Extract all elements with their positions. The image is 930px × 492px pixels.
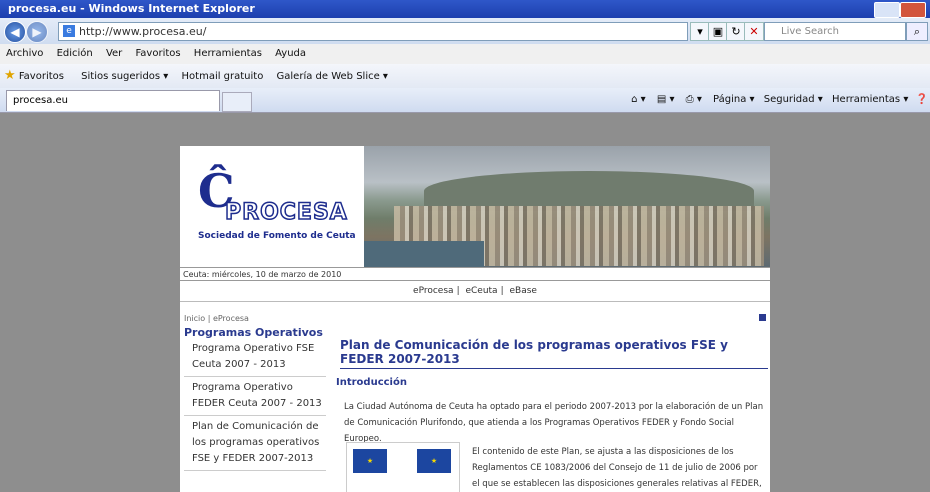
menu-bar: Archivo Edición Ver Favoritos Herramient… [0,44,930,64]
content-paragraph: El contenido de este Plan, se ajusta a l… [472,447,762,489]
close-button[interactable] [900,2,926,18]
home-icon[interactable]: ⌂ ▾ [631,94,646,105]
sidebar-item-feder[interactable]: Programa Operativo FEDER Ceuta 2007 - 20… [184,380,326,416]
nav-ebase[interactable]: eBase [509,286,536,296]
sidebar-item-plan[interactable]: Plan de Comunicación de los programas op… [184,419,326,471]
web-page: Ĉ PROCESA Sociedad de Fomento de Ceuta C… [180,146,770,492]
intro-paragraph: La Ciudad Autónoma de Ceuta ha optado pa… [344,402,764,444]
fav-sitios[interactable]: Sitios sugeridos ▾ [81,71,168,82]
menu-herramientas[interactable]: Herramientas [194,48,262,59]
bullet-icon [759,314,766,321]
search-placeholder: Live Search [781,26,839,37]
dropdown-icon[interactable]: ▾ [690,22,710,41]
window-title: procesa.eu - Windows Internet Explorer [8,2,255,15]
security-menu[interactable]: Seguridad ▾ [764,94,823,105]
help-icon[interactable]: ❓ [916,94,928,105]
photo-sea [364,241,484,267]
minimize-button[interactable] [874,2,900,18]
ceuta-photo [364,146,770,267]
procesa-logo[interactable]: Ĉ PROCESA Sociedad de Fomento de Ceuta [180,146,364,267]
sidebar-section-title[interactable]: Programas Operativos [184,326,326,339]
tab-bar: procesa.eu ⌂ ▾ ▤ ▾ ⎙ ▾ Página ▾ Segurida… [0,88,930,113]
feeds-icon[interactable]: ▤ ▾ [657,94,675,105]
favorites-star-icon: ★ [4,68,16,83]
favorites-button[interactable]: Favoritos [19,71,64,82]
search-input[interactable]: Live Search [764,22,906,41]
logo-name: PROCESA [224,199,348,226]
stop-icon[interactable]: ✕ [744,22,764,41]
nav-eceuta[interactable]: eCeuta [465,286,497,296]
command-bar: ⌂ ▾ ▤ ▾ ⎙ ▾ Página ▾ Seguridad ▾ Herrami… [631,88,928,112]
url-text: http://www.procesa.eu/ [79,25,207,38]
site-nav: eProcesa | eCeuta | eBase [180,281,770,302]
forward-button[interactable]: ▶ [26,21,48,43]
refresh-icon[interactable]: ↻ [726,22,746,41]
eu-funds-image: ★ ★ [346,442,460,492]
favorites-bar: ★ Favoritos Sitios sugeridos ▾ Hotmail g… [0,64,930,89]
menu-ayuda[interactable]: Ayuda [275,48,306,59]
print-icon[interactable]: ⎙ ▾ [686,94,702,105]
menu-edicion[interactable]: Edición [57,48,93,59]
logo-subtitle: Sociedad de Fomento de Ceuta [198,231,356,241]
tab-label: procesa.eu [13,95,69,106]
nav-eprocesa[interactable]: eProcesa [413,286,454,296]
sidebar-item-fse[interactable]: Programa Operativo FSE Ceuta 2007 - 2013 [184,341,326,377]
fav-hotmail[interactable]: Hotmail gratuito [182,71,264,82]
new-tab-button[interactable] [222,92,252,112]
eu-flag-icon: ★ [353,449,387,473]
tools-menu[interactable]: Herramientas ▾ [832,94,908,105]
menu-ver[interactable]: Ver [106,48,122,59]
back-button[interactable]: ◀ [4,21,26,43]
tab-procesa[interactable]: procesa.eu [6,90,220,111]
menu-favoritos[interactable]: Favoritos [135,48,180,59]
page-title: Plan de Comunicación de los programas op… [340,338,768,369]
eu-flag-icon: ★ [417,449,451,473]
page-icon: e [63,25,75,37]
search-icon[interactable]: ⌕ [906,22,928,41]
sidebar: Inicio | eProcesa Programas Operativos P… [184,314,326,474]
photo-hills [424,171,754,211]
window-titlebar: procesa.eu - Windows Internet Explorer [0,0,930,18]
address-bar-row: ◀ ▶ e http://www.procesa.eu/ ▾ ▣ ↻ ✕ Live… [0,18,930,44]
date-line: Ceuta: miércoles, 10 de marzo de 2010 [180,267,770,281]
compat-icon[interactable]: ▣ [708,22,728,41]
fav-webslice[interactable]: Galería de Web Slice ▾ [277,71,388,82]
page-menu[interactable]: Página ▾ [713,94,755,105]
intro-heading: Introducción [336,377,407,388]
address-input[interactable]: e http://www.procesa.eu/ [58,22,688,41]
menu-archivo[interactable]: Archivo [6,48,43,59]
breadcrumb[interactable]: Inicio | eProcesa [184,314,326,323]
site-header: Ĉ PROCESA Sociedad de Fomento de Ceuta [180,146,770,267]
